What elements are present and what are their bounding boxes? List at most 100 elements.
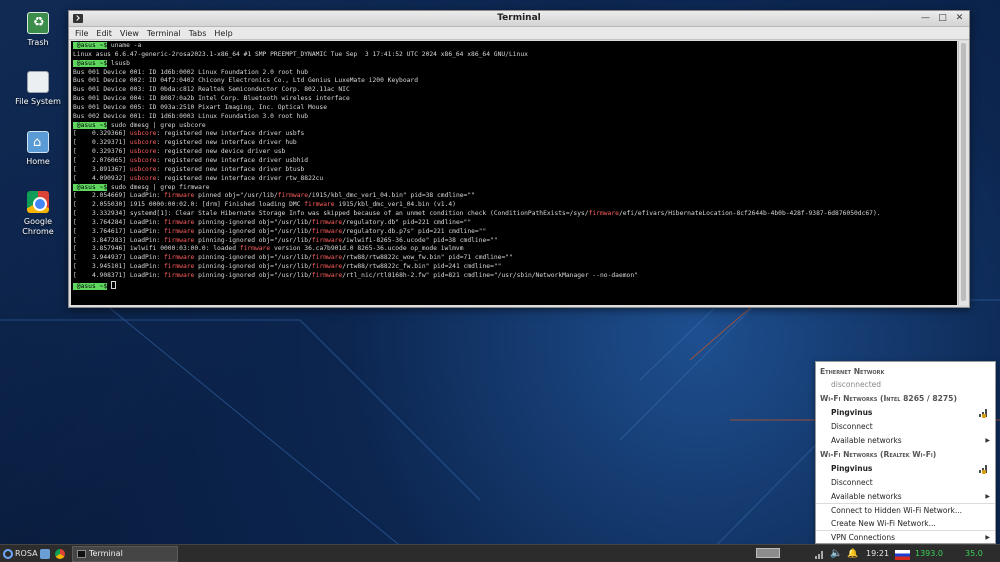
terminal-text: [ 3.944937] LoadPin: xyxy=(73,254,164,262)
wifi-intel-available-networks[interactable]: Available networks ▶ xyxy=(816,434,995,447)
grep-match: firmware xyxy=(588,210,619,218)
wifi-intel-header: Wi-Fi Networks (Intel 8265 / 8275) xyxy=(820,394,957,403)
file-system-icon xyxy=(27,71,49,93)
terminal-text: pinning-ignored obj="/usr/lib/ xyxy=(194,254,312,262)
grep-match: firmware xyxy=(311,254,343,262)
desktop-icon-file-system[interactable]: File System xyxy=(5,71,71,107)
terminal-text: [ 3.857946] iwlwifi 0000:03:00.0: loaded xyxy=(73,245,240,253)
minimize-button[interactable]: — xyxy=(920,13,931,24)
chrome-launcher-icon[interactable] xyxy=(55,549,65,559)
terminal-line: [ 4.090932] usbcore: registered new inte… xyxy=(73,175,955,184)
menu-help[interactable]: Help xyxy=(214,27,232,39)
close-button[interactable]: ✕ xyxy=(954,13,965,24)
terminal-text: Linux asus 6.6.47-generic-2rosa2023.1-x8… xyxy=(73,50,528,58)
terminal-line: [ 2.055030] i915 0000:00:02.0: [drm] Fin… xyxy=(73,201,955,210)
terminal-output[interactable]: @asus ~$ uname -a Linux asus 6.6.47-gener… xyxy=(71,41,957,305)
start-menu-label: ROSA xyxy=(15,549,38,558)
grep-match: firmware xyxy=(311,227,343,235)
terminal-line: [ 3.857946] iwlwifi 0000:03:00.0: loaded… xyxy=(73,245,955,254)
terminal-text: : registered new interface driver usbfs xyxy=(156,130,305,138)
grep-match: firmware xyxy=(239,245,271,253)
file-manager-launcher-icon[interactable] xyxy=(40,549,50,559)
create-new-wifi[interactable]: Create New Wi-Fi Network... xyxy=(816,517,995,530)
grep-match: firmware xyxy=(304,201,335,209)
terminal-text: : registered new interface driver rtw_88… xyxy=(156,174,324,182)
submenu-arrow-icon: ▶ xyxy=(985,493,990,500)
terminal-text: lsusb xyxy=(107,59,130,67)
grep-match: usbcore xyxy=(129,139,157,147)
terminal-text: /iwlwifi-8265-36.ucode" pid=38 cmdline="… xyxy=(342,236,498,244)
wifi-signal-icon xyxy=(979,465,989,474)
terminal-line: [ 3.847283] LoadPin: firmware pinning-ig… xyxy=(73,237,955,246)
desktop-icon-trash[interactable]: Trash xyxy=(5,12,71,48)
shell-prompt: @asus ~$ xyxy=(73,59,108,67)
menu-file[interactable]: File xyxy=(75,27,88,39)
network-name: Pingvinus xyxy=(831,408,873,417)
wifi-intel-network-pingvinus[interactable]: Pingvinus xyxy=(816,406,995,419)
terminal-line: Linux asus 6.6.47-generic-2rosa2023.1-x8… xyxy=(73,51,955,60)
start-menu-button[interactable]: ROSA xyxy=(0,545,38,562)
menu-view[interactable]: View xyxy=(120,27,139,39)
terminal-scrollbar[interactable] xyxy=(958,41,968,305)
connect-hidden-wifi[interactable]: Connect to Hidden Wi-Fi Network... xyxy=(816,504,995,517)
volume-icon[interactable]: 🔈 xyxy=(830,545,842,562)
clock[interactable]: 19:21 xyxy=(866,545,889,562)
terminal-text: : registered new interface driver btusb xyxy=(156,165,305,173)
taskbar-task-terminal[interactable]: Terminal xyxy=(72,546,178,562)
terminal-text: pinning-ignored obj="/usr/lib/ xyxy=(194,271,312,279)
scrollbar-thumb[interactable] xyxy=(961,43,966,301)
terminal-text: [ 0.329376] xyxy=(73,148,130,156)
grep-match: firmware xyxy=(164,192,195,200)
terminal-text: /rtw88/rtw8822c_wow_fw.bin" pid=71 cmdli… xyxy=(342,254,513,262)
wifi-realtek-disconnect[interactable]: Disconnect xyxy=(816,476,995,489)
grep-match: firmware xyxy=(164,263,195,271)
temperature-indicator: 35.0 xyxy=(965,549,983,558)
terminal-text: pinning-ignored obj="/usr/lib/ xyxy=(194,227,312,235)
terminal-text: [ 3.847283] LoadPin: xyxy=(73,236,164,244)
grep-match: firmware xyxy=(164,227,195,235)
terminal-line: Bus 001 Device 001: ID 1d6b:0002 Linux F… xyxy=(73,69,955,78)
terminal-text: [ 2.076065] xyxy=(73,156,130,164)
desktop-icon-chrome[interactable]: Google Chrome xyxy=(5,191,71,237)
terminal-text: Bus 001 Device 001: ID 1d6b:0002 Linux F… xyxy=(73,68,309,76)
grep-match: firmware xyxy=(311,236,343,244)
terminal-line: [ 0.329366] usbcore: registered new inte… xyxy=(73,130,955,139)
keyboard-layout-flag-icon[interactable] xyxy=(895,550,910,560)
maximize-button[interactable]: □ xyxy=(937,13,948,24)
desktop-icon-home[interactable]: Home xyxy=(5,131,71,167)
terminal-line: [ 0.329371] usbcore: registered new inte… xyxy=(73,139,955,148)
terminal-text: Bus 001 Device 004: ID 8087:0a2b Intel C… xyxy=(73,95,350,103)
terminal-text: Bus 001 Device 005: ID 093a:2510 Pixart … xyxy=(73,103,328,111)
vpn-connections[interactable]: VPN Connections ▶ xyxy=(816,531,995,544)
wifi-realtek-header: Wi-Fi Networks (Realtek Wi-Fi) xyxy=(820,450,937,459)
menu-terminal[interactable]: Terminal xyxy=(147,27,181,39)
wifi-intel-disconnect[interactable]: Disconnect xyxy=(816,420,995,433)
rosa-logo-icon xyxy=(3,549,13,559)
terminal-line: @asus ~$ sudo dmesg | grep usbcore xyxy=(73,121,955,131)
shell-prompt: @asus ~$ xyxy=(73,121,108,129)
workspace-pager[interactable] xyxy=(756,548,780,558)
terminal-text: [ 2.055030] i915 0000:00:02.0: [drm] Fin… xyxy=(73,201,305,209)
cpu-frequency-indicator: 1393.0 xyxy=(915,549,943,558)
terminal-line: Bus 001 Device 005: ID 093a:2510 Pixart … xyxy=(73,104,955,113)
notifications-bell-icon[interactable]: 🔔 xyxy=(847,545,858,562)
terminal-titlebar[interactable]: Terminal — □ ✕ xyxy=(69,11,969,27)
shell-prompt: @asus ~$ xyxy=(73,183,108,191)
trash-icon xyxy=(27,12,49,34)
terminal-line: [ 3.891367] usbcore: registered new inte… xyxy=(73,166,955,175)
network-status-icon[interactable] xyxy=(815,550,825,559)
terminal-line: @asus ~$ sudo dmesg | grep firmware xyxy=(73,183,955,193)
wifi-realtek-available-networks[interactable]: Available networks ▶ xyxy=(816,490,995,503)
terminal-text: [ 3.764617] LoadPin: xyxy=(73,227,164,235)
task-label: Terminal xyxy=(89,549,123,558)
menu-edit[interactable]: Edit xyxy=(96,27,112,39)
grep-match: firmware xyxy=(277,192,309,200)
terminal-text: /rtl_nic/rtl8168h-2.fw" pid=821 cmdline=… xyxy=(342,271,638,279)
terminal-cursor xyxy=(110,280,116,289)
window-title: Terminal xyxy=(497,13,541,23)
menu-tabs[interactable]: Tabs xyxy=(189,27,207,39)
wifi-realtek-network-pingvinus[interactable]: Pingvinus xyxy=(816,462,995,475)
terminal-line: @asus ~$ lsusb xyxy=(73,59,955,69)
chrome-icon xyxy=(27,191,49,213)
menu-label: Available networks xyxy=(831,492,902,501)
